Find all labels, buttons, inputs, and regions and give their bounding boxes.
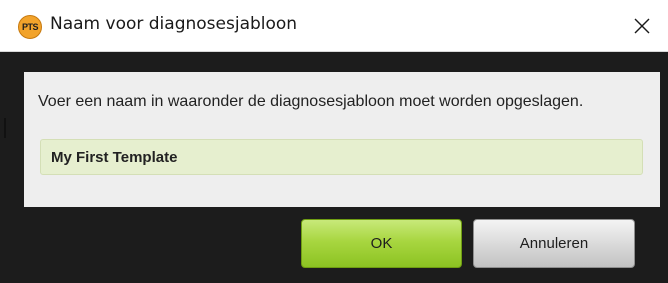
window-title: Naam voor diagnosesjabloon xyxy=(50,14,298,34)
close-icon xyxy=(634,18,650,33)
cancel-button-label: Annuleren xyxy=(519,235,589,252)
ok-button[interactable]: OK xyxy=(301,219,462,268)
window-edge-mark xyxy=(4,118,6,138)
content-panel: Voer een naam in waaronder de diagnosesj… xyxy=(24,72,660,207)
cancel-button[interactable]: Annuleren xyxy=(473,219,635,268)
template-name-input[interactable] xyxy=(40,139,643,175)
ok-button-label: OK xyxy=(370,235,393,252)
app-logo-icon: PTS xyxy=(18,15,42,39)
title-bar: PTS Naam voor diagnosesjabloon xyxy=(0,0,668,52)
app-logo-text: PTS xyxy=(21,22,39,32)
close-button[interactable] xyxy=(616,0,668,51)
prompt-message: Voer een naam in waaronder de diagnosesj… xyxy=(38,93,584,110)
dialog-window: PTS Naam voor diagnosesjabloon Voer een … xyxy=(0,0,668,283)
